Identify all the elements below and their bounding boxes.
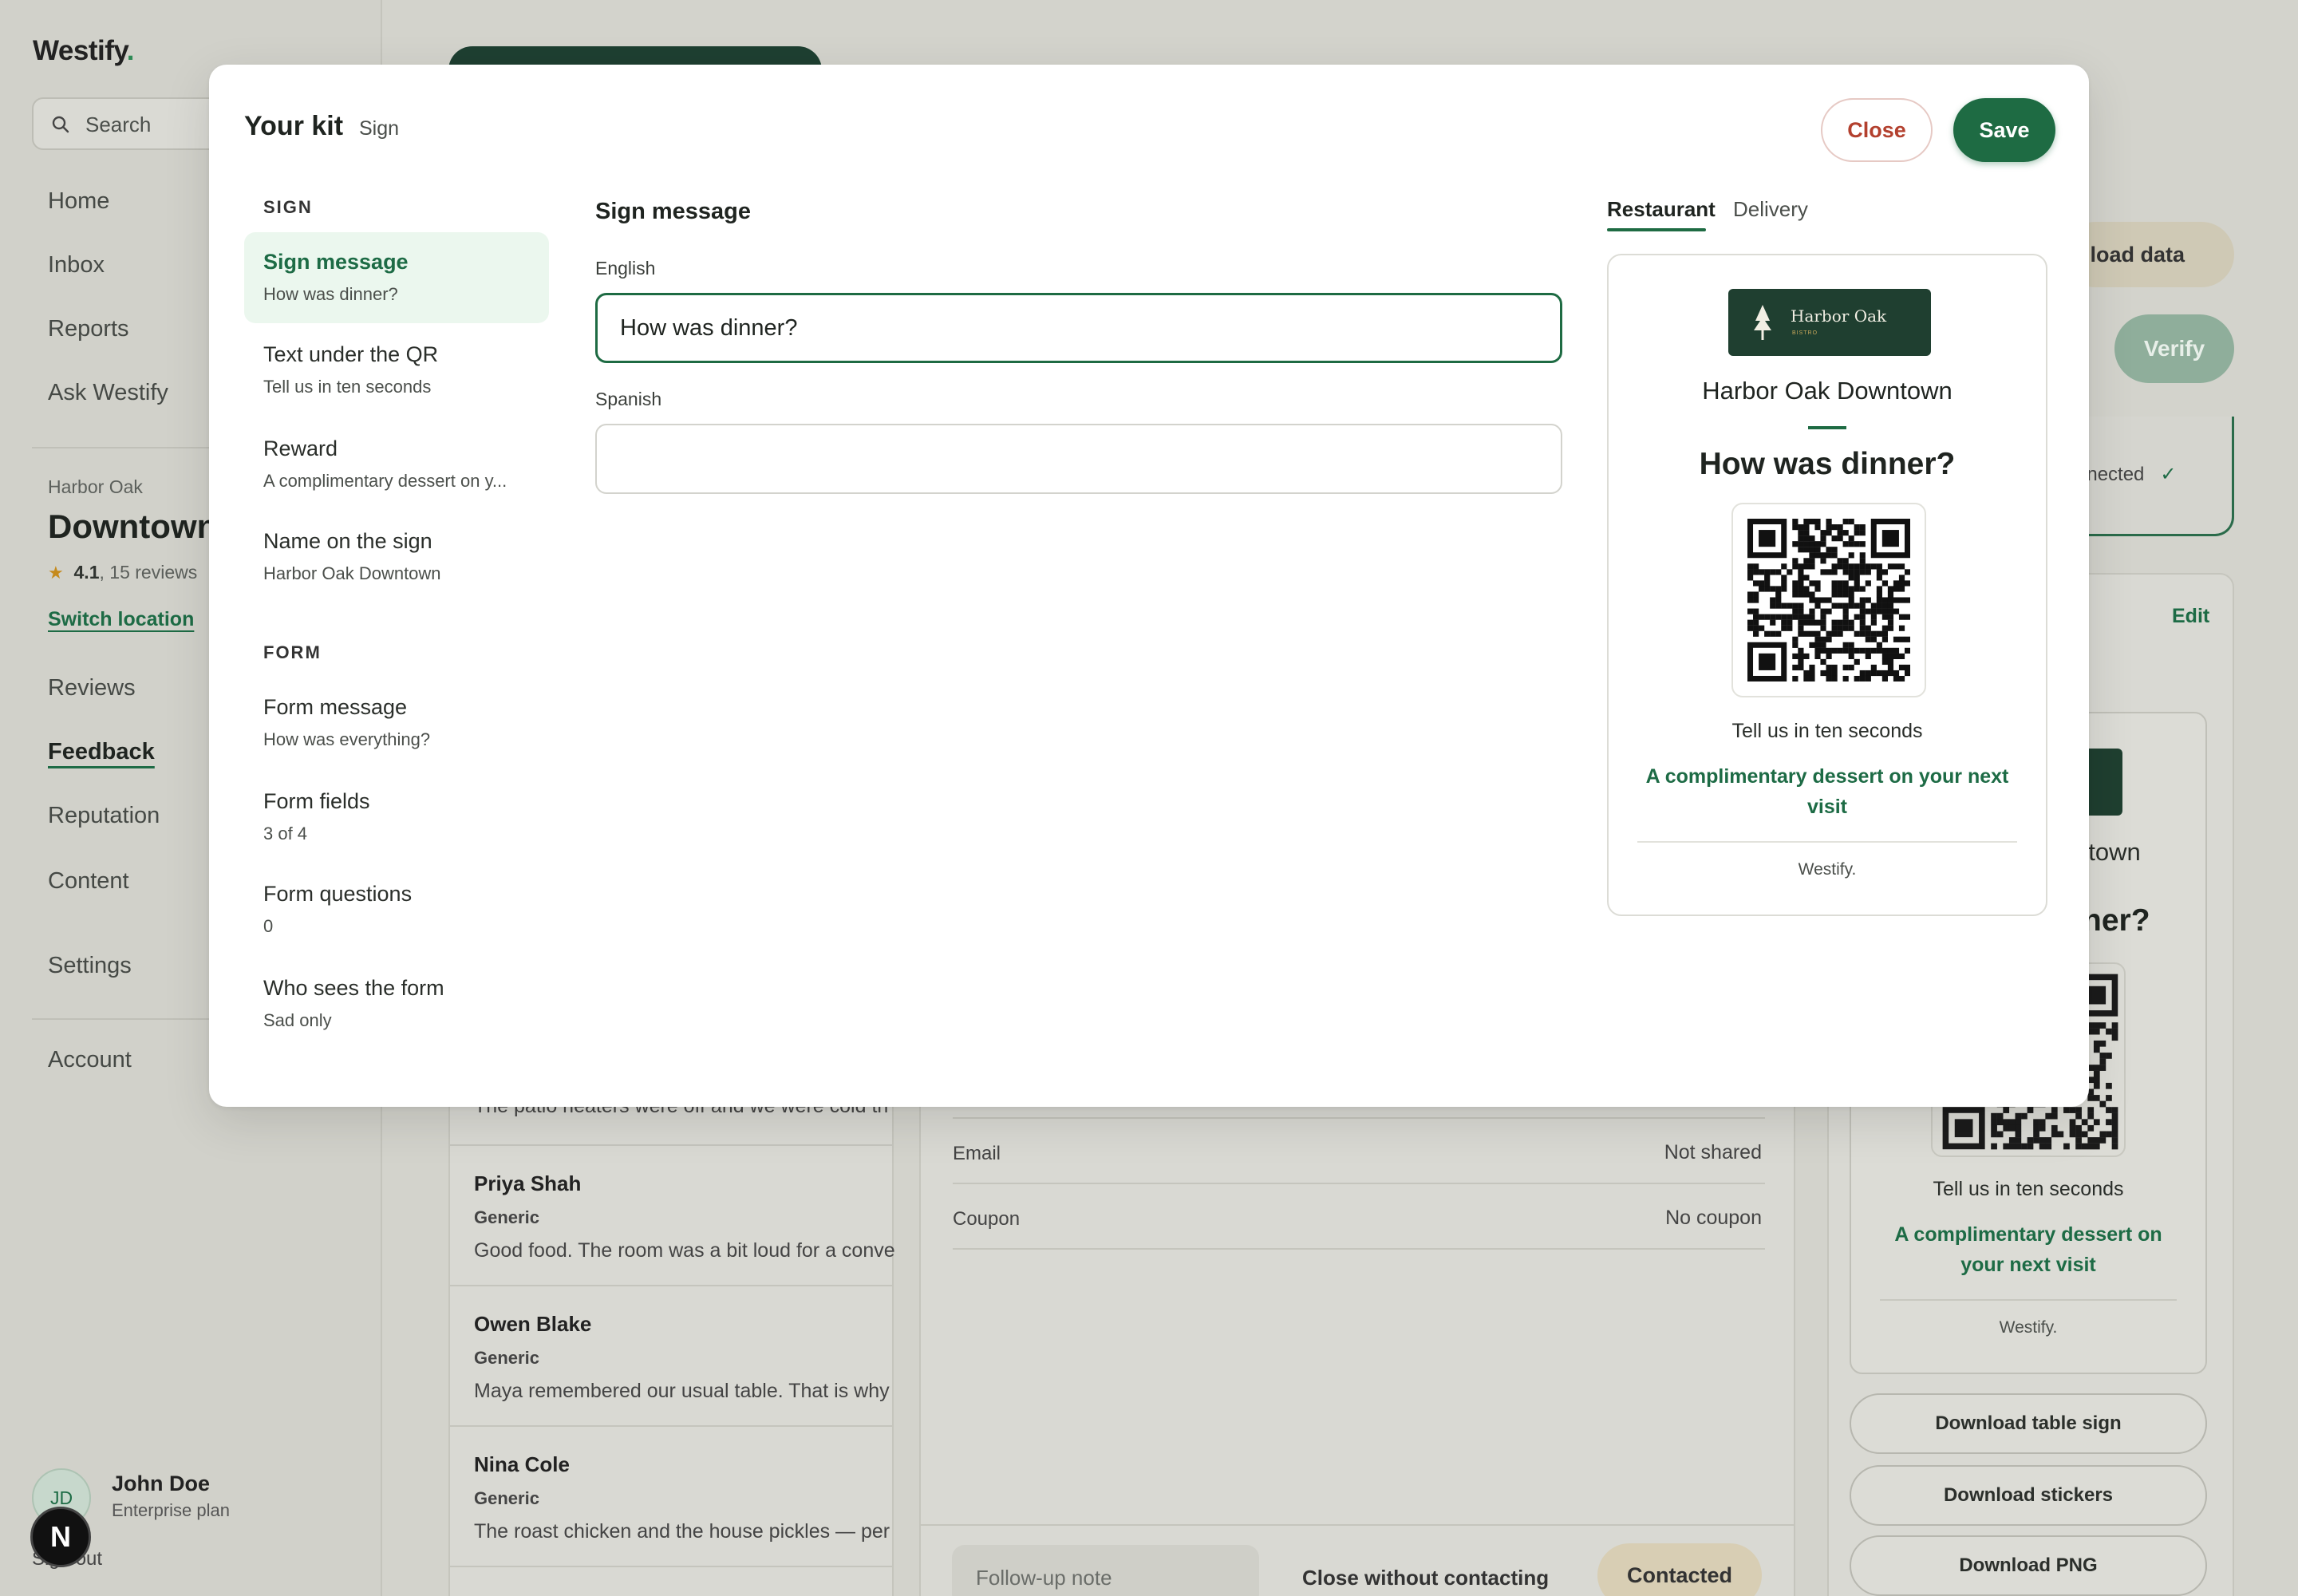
- item-value: 0: [263, 916, 274, 936]
- item-title: Sign message: [263, 250, 409, 274]
- sidebar-item-sign-message[interactable]: Sign message How was dinner?: [244, 232, 549, 323]
- item-title: Reward: [263, 437, 338, 460]
- sidebar-item-who-sees-form[interactable]: Who sees the form Sad only: [244, 958, 549, 1049]
- save-button[interactable]: Save: [1953, 98, 2055, 162]
- section-heading-sign: SIGN: [263, 197, 313, 217]
- sidebar-item-form-questions[interactable]: Form questions 0: [244, 864, 549, 955]
- section-heading-form: FORM: [263, 642, 322, 662]
- accent-rule: [1808, 426, 1846, 429]
- active-tab-indicator: [1607, 228, 1706, 231]
- sidebar-item-form-message[interactable]: Form message How was everything?: [244, 678, 549, 768]
- editor-title: Sign message: [595, 199, 752, 224]
- close-button[interactable]: Close: [1821, 98, 1933, 162]
- spanish-label: Spanish: [595, 389, 662, 409]
- preview-message: How was dinner?: [1699, 447, 1956, 481]
- tree-icon: [1754, 305, 1771, 340]
- tab-delivery[interactable]: Delivery: [1733, 197, 1808, 222]
- item-value: How was dinner?: [263, 284, 398, 304]
- logo-subtext: BISTRO: [1792, 330, 1818, 336]
- preview-brand: Westify.: [1798, 860, 1857, 879]
- sidebar-item-form-fields[interactable]: Form fields 3 of 4: [244, 772, 549, 863]
- sign-preview: Harbor Oak BISTRO Harbor Oak Downtown Ho…: [1607, 254, 2047, 916]
- sidebar-item-text-under-qr[interactable]: Text under the QR Tell us in ten seconds: [244, 325, 549, 416]
- item-value: A complimentary dessert on y...: [263, 471, 507, 491]
- item-title: Who sees the form: [263, 976, 444, 1000]
- sidebar-item-name-on-sign[interactable]: Name on the sign Harbor Oak Downtown: [244, 512, 549, 602]
- item-title: Form message: [263, 695, 408, 719]
- sidebar-item-reward[interactable]: Reward A complimentary dessert on y...: [244, 419, 549, 510]
- item-value: Tell us in ten seconds: [263, 377, 432, 397]
- item-value: Harbor Oak Downtown: [263, 563, 441, 583]
- qr-code-icon: [1731, 503, 1926, 697]
- modal-title: Your kit: [244, 111, 344, 141]
- item-title: Name on the sign: [263, 529, 432, 553]
- spanish-message-input[interactable]: [595, 424, 1562, 494]
- tab-restaurant[interactable]: Restaurant: [1607, 197, 1716, 222]
- divider: [1637, 841, 2017, 843]
- preview-reward: A complimentary dessert on your next vis…: [1645, 765, 2009, 818]
- item-value: 3 of 4: [263, 824, 308, 843]
- preview-under-qr: Tell us in ten seconds: [1731, 720, 1923, 742]
- item-title: Form questions: [263, 882, 413, 906]
- harbor-oak-logo: Harbor Oak BISTRO: [1728, 289, 1931, 356]
- item-title: Text under the QR: [263, 342, 439, 366]
- item-value: Sad only: [263, 1010, 332, 1030]
- item-value: How was everything?: [263, 729, 431, 749]
- english-label: English: [595, 258, 656, 279]
- logo-text: Harbor Oak: [1791, 306, 1887, 326]
- modal-subtitle: Sign: [359, 117, 400, 140]
- english-message-input[interactable]: [595, 293, 1562, 363]
- your-kit-modal: Your kit Sign Close Save SIGN Sign messa…: [209, 65, 2089, 1107]
- preview-location-name: Harbor Oak Downtown: [1702, 377, 1953, 405]
- item-title: Form fields: [263, 789, 370, 813]
